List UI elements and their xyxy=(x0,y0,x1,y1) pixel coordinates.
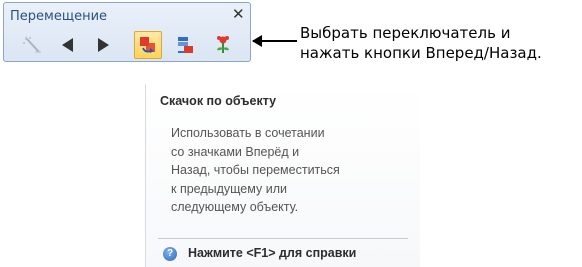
travel-by-flower-icon[interactable] xyxy=(209,31,237,59)
help-icon: ? xyxy=(163,247,177,261)
tooltip-body-line: Назад, чтобы переместиться xyxy=(171,163,340,177)
tooltip: Скачок по объекту Использовать в сочетан… xyxy=(145,84,420,267)
tooltip-body-line: Использовать в сочетании xyxy=(171,126,325,140)
callout-arrow-line xyxy=(253,40,297,42)
tooltip-body-line: к предыдущему или xyxy=(171,181,287,196)
tooltip-help-text: Нажмите <F1> для справки xyxy=(188,246,357,260)
tooltip-divider xyxy=(158,238,408,239)
travel-by-object-icon xyxy=(140,37,155,53)
toolbar-title: Перемещение xyxy=(10,9,108,24)
tooltip-body-line: со значками Вперёд и xyxy=(171,144,300,159)
travel-by-color-icon[interactable] xyxy=(172,31,200,59)
travel-by-object-button[interactable] xyxy=(134,31,162,59)
callout-line-2: нажать кнопки Вперед/Назад. xyxy=(300,44,542,62)
callout-line-1: Выбрать переключатель и xyxy=(300,24,511,42)
magic-wand-icon[interactable] xyxy=(18,31,46,59)
callout-text: Выбрать переключатель и нажать кнопки Вп… xyxy=(300,23,542,63)
travel-toolbar: Перемещение ✕ xyxy=(3,2,251,62)
arrow-left-icon[interactable] xyxy=(54,31,82,59)
tooltip-body-line: следующему объекту. xyxy=(171,200,299,214)
tooltip-body: Использовать в сочетании со значками Впе… xyxy=(171,124,401,217)
arrow-right-icon[interactable] xyxy=(89,31,117,59)
tooltip-title: Скачок по объекту xyxy=(160,94,277,108)
close-icon[interactable]: ✕ xyxy=(232,5,245,23)
